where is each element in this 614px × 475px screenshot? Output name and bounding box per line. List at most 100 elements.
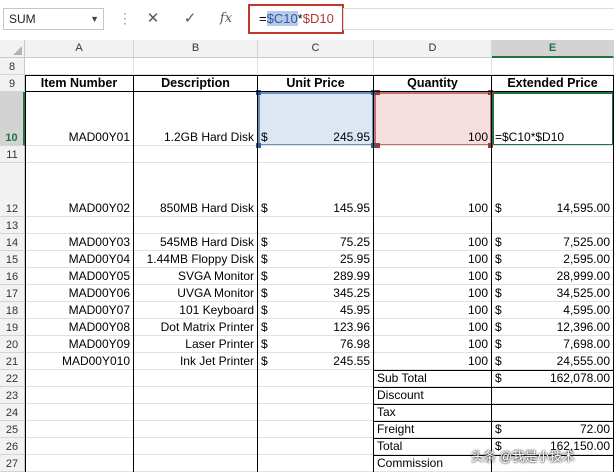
cell-d25[interactable]: Freight: [374, 421, 492, 438]
cell-a20[interactable]: MAD00Y09: [25, 336, 134, 353]
row-header-23[interactable]: 23: [0, 387, 25, 404]
cell-d11[interactable]: [374, 146, 492, 163]
cell-b25[interactable]: [134, 421, 258, 438]
cell-c16[interactable]: $289.99: [258, 268, 374, 285]
cell-d12[interactable]: 100: [374, 163, 492, 217]
range-handle[interactable]: [375, 143, 380, 148]
cell-d13[interactable]: [374, 217, 492, 234]
cell-d22[interactable]: Sub Total: [374, 370, 492, 387]
cell-b18[interactable]: 101 Keyboard: [134, 302, 258, 319]
cell-d23[interactable]: Discount: [374, 387, 492, 404]
row-header-10[interactable]: 10: [0, 92, 25, 146]
cell-e23[interactable]: [492, 387, 614, 404]
cell-e8[interactable]: [492, 58, 614, 75]
row-header-14[interactable]: 14: [0, 234, 25, 251]
cell-a22[interactable]: [25, 370, 134, 387]
row-header-18[interactable]: 18: [0, 302, 25, 319]
enter-check-icon[interactable]: ✓: [178, 8, 202, 30]
cell-d10[interactable]: 100: [374, 92, 492, 146]
cell-d20[interactable]: 100: [374, 336, 492, 353]
cell-d19[interactable]: 100: [374, 319, 492, 336]
cell-a8[interactable]: [25, 58, 134, 75]
row-header-13[interactable]: 13: [0, 217, 25, 234]
formula-input[interactable]: =$C10*$D10: [248, 4, 344, 34]
cell-a18[interactable]: MAD00Y07: [25, 302, 134, 319]
name-box-dropdown-icon[interactable]: ▼: [90, 9, 99, 29]
cell-e15[interactable]: $2,595.00: [492, 251, 614, 268]
row-header-24[interactable]: 24: [0, 404, 25, 421]
cell-c12[interactable]: $145.95: [258, 163, 374, 217]
cell-d14[interactable]: 100: [374, 234, 492, 251]
cell-a17[interactable]: MAD00Y06: [25, 285, 134, 302]
row-header-11[interactable]: 11: [0, 146, 25, 163]
cell-c20[interactable]: $76.98: [258, 336, 374, 353]
cell-c19[interactable]: $123.96: [258, 319, 374, 336]
cell-c24[interactable]: [258, 404, 374, 421]
column-header-a[interactable]: A: [25, 40, 134, 58]
cell-b15[interactable]: 1.44MB Floppy Disk: [134, 251, 258, 268]
row-header-22[interactable]: 22: [0, 370, 25, 387]
cell-c17[interactable]: $345.25: [258, 285, 374, 302]
cell-e21[interactable]: $24,555.00: [492, 353, 614, 370]
row-header-16[interactable]: 16: [0, 268, 25, 285]
select-all-corner[interactable]: [0, 40, 25, 58]
cell-b14[interactable]: 545MB Hard Disk: [134, 234, 258, 251]
cell-b10[interactable]: 1.2GB Hard Disk: [134, 92, 258, 146]
cell-d8[interactable]: [374, 58, 492, 75]
cell-e20[interactable]: $7,698.00: [492, 336, 614, 353]
cell-b20[interactable]: Laser Printer: [134, 336, 258, 353]
cell-c15[interactable]: $25.95: [258, 251, 374, 268]
cell-d21[interactable]: 100: [374, 353, 492, 370]
cell-a21[interactable]: MAD00Y010: [25, 353, 134, 370]
cell-e11[interactable]: [492, 146, 614, 163]
cell-b11[interactable]: [134, 146, 258, 163]
row-header-19[interactable]: 19: [0, 319, 25, 336]
cell-e18[interactable]: $4,595.00: [492, 302, 614, 319]
cell-b23[interactable]: [134, 387, 258, 404]
cell-e24[interactable]: [492, 404, 614, 421]
cell-d16[interactable]: 100: [374, 268, 492, 285]
row-header-17[interactable]: 17: [0, 285, 25, 302]
cell-e16[interactable]: $28,999.00: [492, 268, 614, 285]
column-header-c[interactable]: C: [258, 40, 374, 58]
cell-e17[interactable]: $34,525.00: [492, 285, 614, 302]
cell-e22[interactable]: $162,078.00: [492, 370, 614, 387]
cell-a16[interactable]: MAD00Y05: [25, 268, 134, 285]
cell-a12[interactable]: MAD00Y02: [25, 163, 134, 217]
drag-handle-icon[interactable]: ⋮: [118, 8, 132, 28]
column-header-d[interactable]: D: [374, 40, 492, 58]
cell-c14[interactable]: $75.25: [258, 234, 374, 251]
cell-a10[interactable]: MAD00Y01: [25, 92, 134, 146]
cell-d15[interactable]: 100: [374, 251, 492, 268]
cell-b19[interactable]: Dot Matrix Printer: [134, 319, 258, 336]
cell-a24[interactable]: [25, 404, 134, 421]
cell-c22[interactable]: [258, 370, 374, 387]
row-header-12[interactable]: 12: [0, 163, 25, 217]
cell-c8[interactable]: [258, 58, 374, 75]
cell-a23[interactable]: [25, 387, 134, 404]
column-header-e[interactable]: E: [492, 40, 614, 58]
cell-b17[interactable]: UVGA Monitor: [134, 285, 258, 302]
cell-c13[interactable]: [258, 217, 374, 234]
cell-e10[interactable]: =$C10*$D10: [492, 92, 614, 146]
cell-b16[interactable]: SVGA Monitor: [134, 268, 258, 285]
cell-d24[interactable]: Tax: [374, 404, 492, 421]
row-header-21[interactable]: 21: [0, 353, 25, 370]
row-header-15[interactable]: 15: [0, 251, 25, 268]
cell-e13[interactable]: [492, 217, 614, 234]
cell-c26[interactable]: [258, 438, 374, 455]
row-header-25[interactable]: 25: [0, 421, 25, 438]
cell-a19[interactable]: MAD00Y08: [25, 319, 134, 336]
cancel-icon[interactable]: ✕: [141, 8, 165, 30]
cell-b26[interactable]: [134, 438, 258, 455]
row-header-20[interactable]: 20: [0, 336, 25, 353]
row-header-27[interactable]: 27: [0, 455, 25, 472]
cell-b27[interactable]: [134, 455, 258, 472]
row-header-8[interactable]: 8: [0, 58, 25, 75]
cell-c10[interactable]: $245.95: [258, 92, 374, 146]
cell-c21[interactable]: $245.55: [258, 353, 374, 370]
cell-b13[interactable]: [134, 217, 258, 234]
cell-a15[interactable]: MAD00Y04: [25, 251, 134, 268]
cell-e25[interactable]: $72.00: [492, 421, 614, 438]
cell-e14[interactable]: $7,525.00: [492, 234, 614, 251]
